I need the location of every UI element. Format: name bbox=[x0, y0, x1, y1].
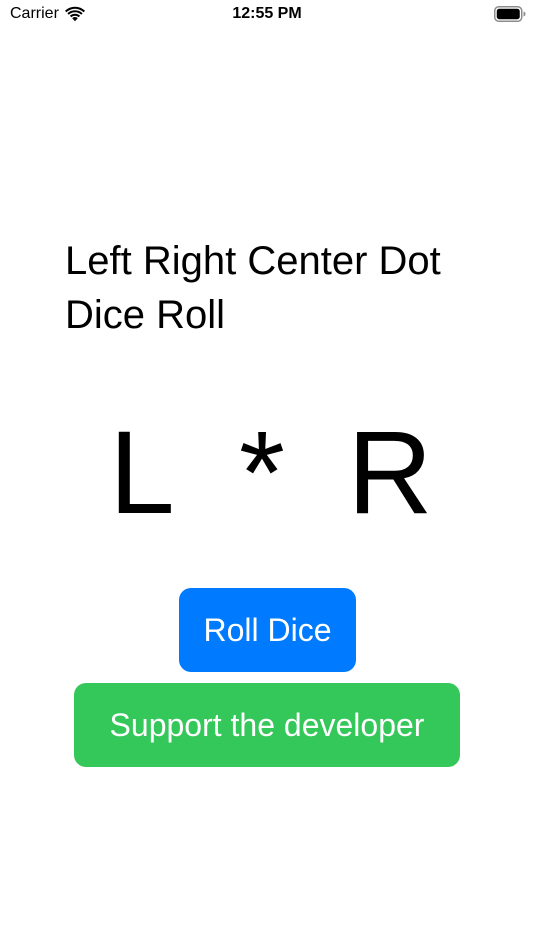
die-center: * bbox=[239, 407, 285, 539]
support-developer-button[interactable]: Support the developer bbox=[74, 683, 460, 767]
die-right: R bbox=[347, 407, 433, 539]
page-title: Left Right Center Dot Dice Roll bbox=[65, 234, 485, 342]
die-left: L bbox=[109, 407, 175, 539]
roll-dice-button[interactable]: Roll Dice bbox=[179, 588, 356, 672]
page-title-line-1: Left Right Center Dot bbox=[65, 239, 441, 283]
battery-icon bbox=[494, 6, 526, 22]
dice-row: L * R bbox=[0, 408, 534, 538]
status-time: 12:55 PM bbox=[232, 5, 302, 22]
page-title-line-2: Dice Roll bbox=[65, 293, 226, 337]
status-bar: Carrier 12:55 PM bbox=[0, 0, 534, 28]
